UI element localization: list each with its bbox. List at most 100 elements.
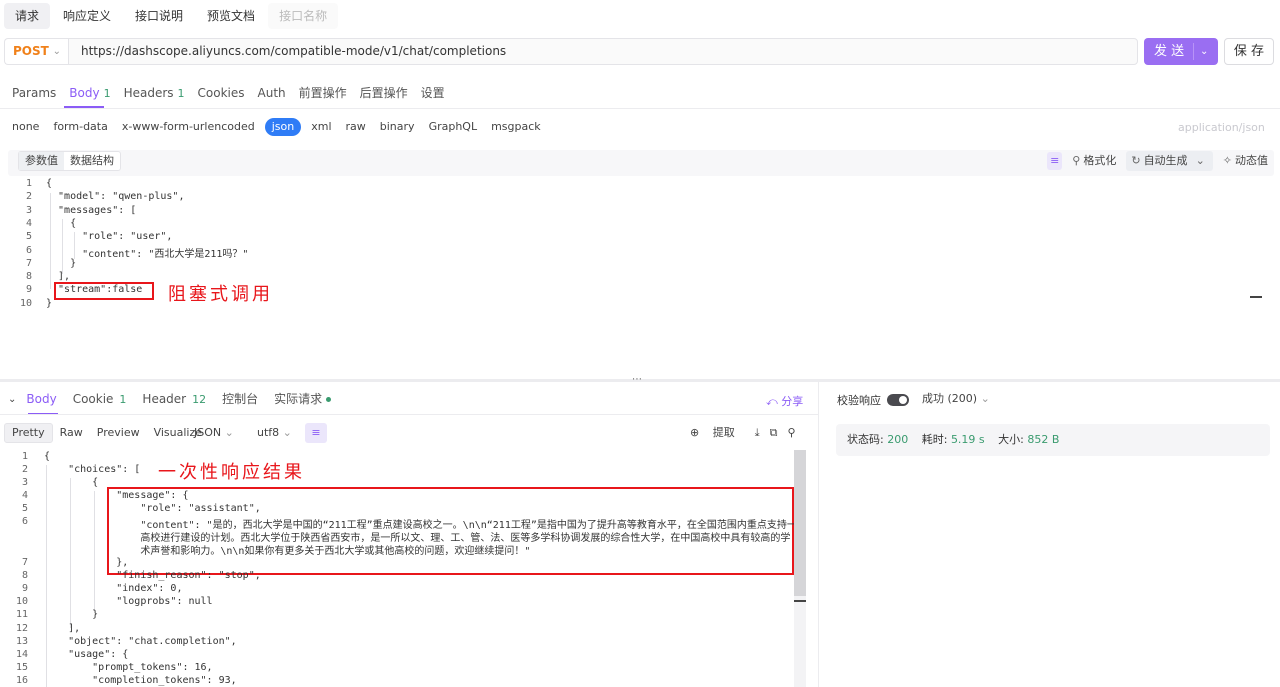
tab-auth[interactable]: Auth [258, 84, 286, 102]
scroll-marker [794, 600, 806, 602]
format-xml[interactable]: xml [311, 118, 331, 136]
dynamic-value-button[interactable]: ✧ 动态值 [1223, 151, 1268, 171]
view-preview[interactable]: Preview [90, 423, 147, 443]
tab-preview-docs[interactable]: 预览文档 [196, 3, 266, 29]
line-number: 15 [15, 662, 28, 673]
code-line: "message": { [44, 490, 189, 501]
code-line: }, [44, 557, 129, 568]
line-number: 8 [21, 570, 28, 581]
response-tools: ⊕ 提取 ⤓ ⧉ ⚲ [690, 423, 806, 443]
chevron-down-icon[interactable]: ⌄ [8, 394, 16, 405]
tab-label: Cookie [72, 392, 114, 406]
mode-values[interactable]: 参数值 [19, 152, 64, 170]
line-number: 3 [21, 477, 28, 488]
auto-generate-button[interactable]: ↻ 自动生成 ⌄ [1126, 151, 1213, 171]
url-input[interactable]: https://dashscope.aliyuncs.com/compatibl… [68, 38, 1138, 65]
code-line: "index": 0, [44, 583, 183, 594]
api-name-input[interactable]: 接口名称 [268, 3, 339, 29]
drag-handle-icon[interactable]: ⋯ [632, 374, 642, 385]
code-line: { [44, 477, 99, 488]
share-label: 分享 [781, 395, 804, 408]
magic-wand-icon: ✧ [1222, 154, 1232, 167]
tab-params[interactable]: Params [12, 84, 56, 102]
line-number: 1 [25, 178, 32, 189]
tab-console[interactable]: 控制台 [222, 390, 258, 408]
format-graphql[interactable]: GraphQL [429, 118, 478, 136]
tab-label: 设置 [420, 86, 445, 100]
tab-label: 控制台 [222, 392, 259, 406]
format-msgpack[interactable]: msgpack [491, 118, 541, 136]
tab-settings[interactable]: 设置 [421, 84, 445, 102]
line-number: 9 [21, 583, 28, 594]
view-raw[interactable]: Raw [53, 423, 90, 443]
response-format-select[interactable]: JSON ⌄ [194, 423, 234, 443]
format-value: JSON [194, 426, 222, 439]
status-code-label: 状态码: [847, 433, 884, 446]
code-line: "role": "assistant", [44, 503, 261, 514]
tab-headers[interactable]: Headers 1 [124, 84, 185, 102]
target-icon: ⊕ [690, 426, 700, 439]
response-tabs: ⌄ Body Cookie 1 Header 12 控制台 实际请求 [8, 390, 347, 408]
chevron-down-icon: ⌄ [52, 46, 61, 57]
tab-api-description[interactable]: 接口说明 [124, 3, 194, 29]
view-mode-switch: Pretty Raw Preview Visualize [4, 423, 209, 443]
tab-count: 1 [103, 87, 111, 100]
code-line: { [44, 451, 51, 462]
save-button[interactable]: 保 存 [1224, 38, 1274, 65]
tab-request[interactable]: 请求 [4, 3, 51, 29]
chevron-down-icon[interactable]: ⌄ [1196, 151, 1205, 171]
format-raw[interactable]: raw [346, 118, 366, 136]
tab-response-definition[interactable]: 响应定义 [52, 3, 122, 29]
request-body-editor[interactable] [8, 178, 1264, 378]
tab-pre-request[interactable]: 前置操作 [299, 84, 347, 102]
wrap-lines-icon[interactable]: ≡ [1047, 152, 1063, 170]
tab-response-cookie[interactable]: Cookie 1 [73, 390, 127, 408]
extract-label: 提取 [712, 426, 735, 439]
format-none[interactable]: none [12, 118, 39, 136]
tab-label: Header [142, 392, 187, 406]
line-number: 6 [25, 244, 32, 256]
code-line: "prompt_tokens": 16, [44, 662, 213, 673]
line-number: 12 [15, 623, 28, 634]
tab-response-body[interactable]: Body [26, 390, 56, 408]
copy-icon[interactable]: ⧉ [770, 423, 778, 443]
time-label: 耗时: [921, 433, 948, 446]
encoding-select[interactable]: utf8 ⌄ [257, 423, 292, 443]
method-select[interactable]: POST ⌄ [4, 38, 69, 65]
search-icon[interactable]: ⚲ [787, 423, 795, 443]
format-binary[interactable]: binary [380, 118, 415, 136]
line-number: 7 [21, 557, 28, 568]
size-label: 大小: [998, 433, 1024, 446]
tab-cookies[interactable]: Cookies [198, 84, 245, 102]
view-pretty[interactable]: Pretty [4, 423, 53, 443]
response-case-select[interactable]: 成功 (200) ⌄ [922, 392, 990, 406]
tab-post-request[interactable]: 后置操作 [360, 84, 408, 102]
line-number: 5 [25, 231, 32, 243]
format-button[interactable]: ⚲ 格式化 [1072, 151, 1116, 171]
tab-actual-request[interactable]: 实际请求 [274, 390, 332, 408]
send-button[interactable]: 发 送 ⌄ [1144, 38, 1218, 65]
validate-response-toggle[interactable]: 校验响应 [837, 392, 909, 408]
tab-body[interactable]: Body 1 [69, 84, 110, 102]
response-toolbar: Pretty Raw Preview Visualize JSON ⌄ utf8… [0, 423, 818, 443]
line-number: 8 [25, 271, 32, 283]
format-json[interactable]: json [264, 118, 302, 136]
code-line: "model": "qwen-plus", [46, 191, 185, 203]
toggle-switch[interactable] [887, 394, 909, 406]
extract-button[interactable]: ⊕ 提取 [690, 423, 745, 443]
code-line: "choices": [ [44, 464, 141, 475]
case-value: 成功 (200) [922, 392, 978, 405]
wrap-lines-icon[interactable]: ≡ [305, 423, 327, 443]
format-form-data[interactable]: form-data [53, 118, 107, 136]
scrollbar-thumb[interactable] [794, 450, 806, 596]
chevron-down-icon[interactable]: ⌄ [1200, 38, 1208, 65]
mode-schema[interactable]: 数据结构 [64, 152, 120, 170]
line-number: 6 [21, 516, 28, 527]
line-number: 9 [25, 284, 32, 296]
download-icon[interactable]: ⤓ [755, 423, 760, 443]
format-urlencoded[interactable]: x-www-form-urlencoded [122, 118, 255, 136]
code-line: "content": "西北大学是211吗？" [46, 248, 249, 260]
tab-response-header[interactable]: Header 12 [142, 390, 206, 408]
share-button[interactable]: ⤺ 分享 [766, 393, 803, 409]
refresh-icon: ↻ [1131, 154, 1141, 167]
